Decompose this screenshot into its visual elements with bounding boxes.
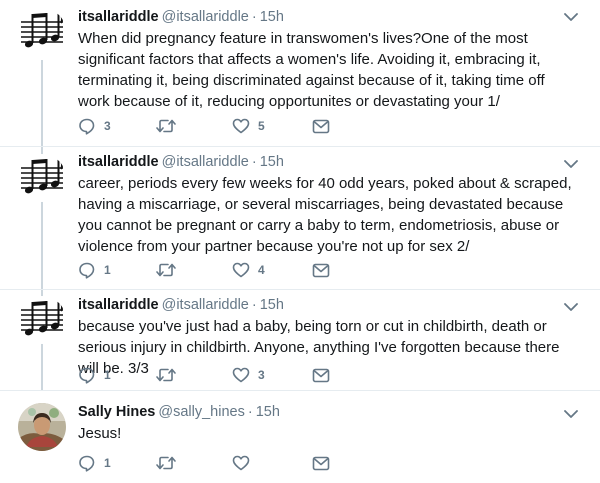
retweet-button[interactable] xyxy=(155,365,232,385)
tweet-4[interactable]: Sally Hines @sally_hines · 15h Jesus! 1 xyxy=(0,391,600,483)
tweet-text: Jesus! xyxy=(78,425,122,442)
author-handle[interactable]: @itsallariddle xyxy=(162,9,249,25)
music-notes-avatar-svg xyxy=(21,157,64,194)
reply-count: 1 xyxy=(104,263,111,277)
like-count: 3 xyxy=(258,368,265,382)
author-name[interactable]: Sally Hines xyxy=(78,404,155,420)
author-name[interactable]: itsallariddle xyxy=(78,297,159,313)
envelope-icon xyxy=(312,368,330,382)
music-notes-icon[interactable] xyxy=(18,296,66,344)
envelope-icon xyxy=(312,456,330,470)
tweet-header: itsallariddle @itsallariddle · 15h xyxy=(78,152,580,172)
heart-icon xyxy=(232,262,250,278)
separator-dot: · xyxy=(251,154,257,170)
tweet-text: career, periods every few weeks for 40 o… xyxy=(78,175,572,255)
tweet-actions: 1 3 xyxy=(78,365,330,385)
envelope-icon xyxy=(312,263,330,277)
profile-photo-svg xyxy=(18,403,66,451)
like-button[interactable]: 3 xyxy=(232,365,312,385)
heart-icon xyxy=(232,455,250,471)
author-handle[interactable]: @sally_hines xyxy=(158,404,244,420)
separator-dot: · xyxy=(251,297,257,313)
like-button[interactable]: 5 xyxy=(232,116,312,136)
retweet-icon xyxy=(156,456,176,470)
reply-count: 1 xyxy=(104,456,111,470)
tweet-header: itsallariddle @itsallariddle · 15h xyxy=(78,295,580,315)
reply-icon xyxy=(79,455,95,472)
retweet-icon xyxy=(156,119,176,133)
tweet-timestamp[interactable]: 15h xyxy=(260,154,284,170)
author-handle[interactable]: @itsallariddle xyxy=(162,154,249,170)
tweet-actions: 1 xyxy=(78,453,330,473)
reply-count: 1 xyxy=(104,368,111,382)
direct-message-button[interactable] xyxy=(312,365,330,385)
heart-icon xyxy=(232,367,250,383)
tweet-timestamp[interactable]: 15h xyxy=(260,9,284,25)
tweet-actions: 3 5 xyxy=(78,116,330,136)
like-button[interactable] xyxy=(232,453,312,473)
tweet-timestamp[interactable]: 15h xyxy=(256,404,280,420)
music-notes-avatar-svg xyxy=(21,11,64,48)
direct-message-button[interactable] xyxy=(312,260,330,280)
reply-button[interactable]: 1 xyxy=(78,365,155,385)
retweet-button[interactable] xyxy=(155,453,232,473)
separator-dot: · xyxy=(247,404,253,420)
tweet-1[interactable]: itsallariddle @itsallariddle · 15h When did… xyxy=(0,0,600,147)
music-notes-avatar-svg xyxy=(21,299,64,336)
like-count: 4 xyxy=(258,263,265,277)
like-count: 5 xyxy=(258,119,265,133)
reply-icon xyxy=(79,262,95,279)
author-handle[interactable]: @itsallariddle xyxy=(162,297,249,313)
tweet-2[interactable]: itsallariddle @itsallariddle · 15h career, … xyxy=(0,147,600,290)
tweet-3[interactable]: itsallariddle @itsallariddle · 15h because … xyxy=(0,290,600,391)
author-name[interactable]: itsallariddle xyxy=(78,154,159,170)
music-notes-icon[interactable] xyxy=(18,8,66,56)
retweet-button[interactable] xyxy=(155,260,232,280)
envelope-icon xyxy=(312,119,330,133)
tweet-timestamp[interactable]: 15h xyxy=(260,297,284,313)
retweet-button[interactable] xyxy=(155,116,232,136)
reply-count: 3 xyxy=(104,119,111,133)
direct-message-button[interactable] xyxy=(312,116,330,136)
author-name[interactable]: itsallariddle xyxy=(78,9,159,25)
retweet-icon xyxy=(156,263,176,277)
tweet-header: Sally Hines @sally_hines · 15h xyxy=(78,402,580,422)
tweet-text: When did pregnancy feature in transwomen… xyxy=(78,30,545,110)
reply-button[interactable]: 3 xyxy=(78,116,155,136)
like-button[interactable]: 4 xyxy=(232,260,312,280)
retweet-icon xyxy=(156,368,176,382)
separator-dot: · xyxy=(251,9,257,25)
reply-button[interactable]: 1 xyxy=(78,260,155,280)
reply-button[interactable]: 1 xyxy=(78,453,155,473)
reply-icon xyxy=(79,118,95,135)
tweet-actions: 1 4 xyxy=(78,260,330,280)
tweet-header: itsallariddle @itsallariddle · 15h xyxy=(78,7,580,27)
heart-icon xyxy=(232,118,250,134)
music-notes-icon[interactable] xyxy=(18,154,66,202)
direct-message-button[interactable] xyxy=(312,453,330,473)
reply-icon xyxy=(79,367,95,384)
profile-photo[interactable] xyxy=(18,403,66,451)
